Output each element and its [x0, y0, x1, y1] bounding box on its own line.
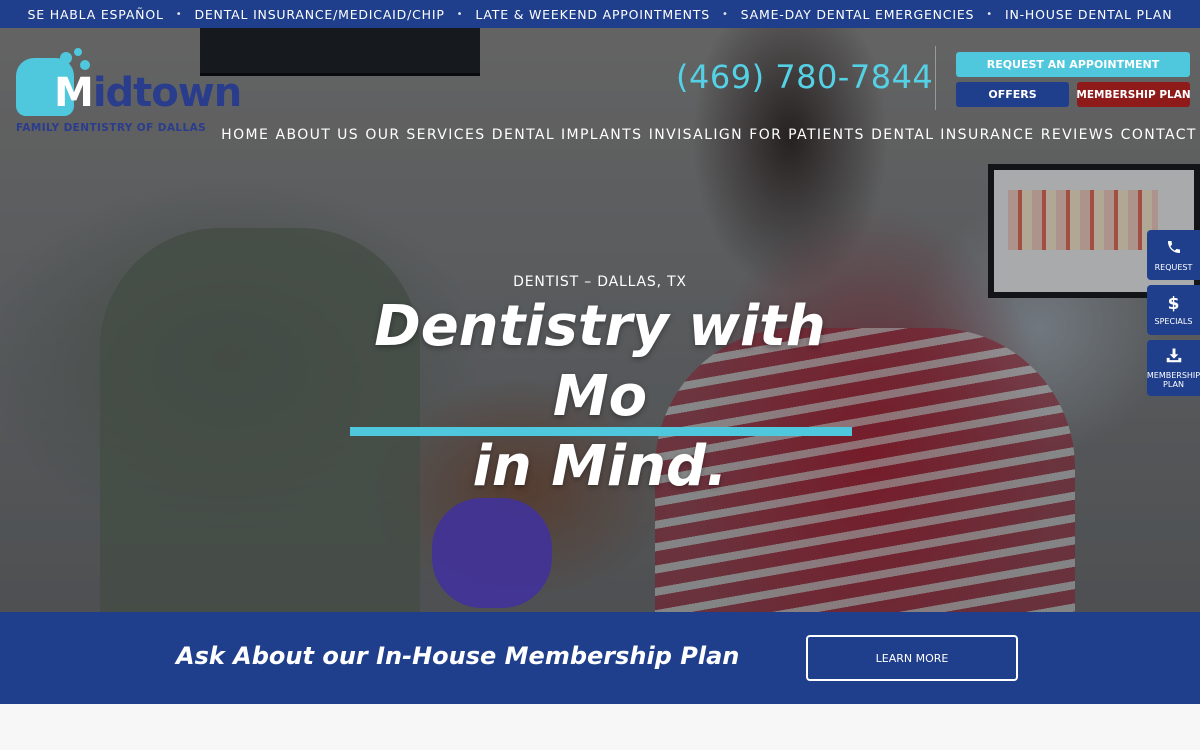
nav-item-about-us[interactable]: ABOUT US [276, 127, 360, 143]
hero-headline: Dentistry with Mo in Mind. [300, 292, 900, 502]
announcement-emergencies: SAME-DAY DENTAL EMERGENCIES [740, 6, 975, 22]
dollar-icon: $ [1167, 293, 1180, 314]
announcement-bar: SE HABLA ESPAÑOL • DENTAL INSURANCE/MEDI… [0, 0, 1200, 28]
hero-headline-line2: Mo [552, 364, 648, 429]
membership-plan-button[interactable]: MEMBERSHIP PLAN [1076, 82, 1191, 107]
side-tab-specials[interactable]: $ SPECIALS [1147, 285, 1200, 335]
separator-dot: • [456, 8, 464, 20]
separator-dot: • [175, 8, 183, 20]
membership-cta-band: Ask About our In-House Membership Plan L… [0, 612, 1200, 704]
hero-accent-bar [350, 427, 852, 436]
offers-button[interactable]: OFFERS [956, 82, 1069, 107]
membership-cta-title: Ask About our In-House Membership Plan [176, 642, 740, 670]
side-tab-request-label: REQUEST [1154, 262, 1193, 272]
nav-item-for-patients[interactable]: FOR PATIENTS [749, 127, 865, 143]
side-tab-membership[interactable]: MEMBERSHIP PLAN [1147, 340, 1200, 396]
nav-item-reviews[interactable]: REVIEWS [1041, 127, 1115, 143]
hero-headline-line1: Dentistry with [374, 294, 826, 359]
logo-wordmark: Midtown [54, 70, 242, 116]
separator-dot: • [986, 8, 993, 20]
download-icon [1165, 347, 1183, 367]
announcement-late-weekend: LATE & WEEKEND APPOINTMENTS [475, 6, 710, 22]
side-tab-membership-label: MEMBERSHIP PLAN [1146, 371, 1200, 389]
separator-dot: • [721, 8, 729, 20]
next-section [0, 704, 1200, 750]
side-tab-request[interactable]: REQUEST [1147, 230, 1200, 280]
nav-item-home[interactable]: HOME [221, 127, 269, 143]
header-divider [935, 46, 936, 110]
phone-number-link[interactable]: (469) 780-7844 [676, 58, 933, 96]
phone-icon [1166, 239, 1182, 259]
hero-headline-line3: in Mind. [472, 434, 728, 499]
announcement-spanish: SE HABLA ESPAÑOL [27, 6, 164, 22]
announcement-insurance: DENTAL INSURANCE/MEDICAID/CHIP [194, 6, 445, 22]
main-nav: HOME ABOUT US OUR SERVICES DENTAL IMPLAN… [218, 124, 1200, 146]
side-tab-specials-label: SPECIALS [1154, 316, 1193, 326]
nav-item-contact[interactable]: CONTACT [1121, 127, 1197, 143]
nav-item-dental-implants[interactable]: DENTAL IMPLANTS [492, 127, 643, 143]
announcement-dental-plan: IN-HOUSE DENTAL PLAN [1004, 6, 1173, 22]
request-appointment-button[interactable]: REQUEST AN APPOINTMENT [956, 52, 1190, 77]
learn-more-button[interactable]: LEARN MORE [806, 635, 1018, 681]
site-logo[interactable]: Midtown FAMILY DENTISTRY OF DALLAS [16, 48, 242, 142]
nav-item-our-services[interactable]: OUR SERVICES [365, 127, 485, 143]
logo-subtitle: FAMILY DENTISTRY OF DALLAS [16, 122, 207, 134]
nav-item-dental-insurance[interactable]: DENTAL INSURANCE [871, 127, 1034, 143]
hero-kicker: DENTIST – DALLAS, TX [513, 274, 687, 290]
nav-item-invisalign[interactable]: INVISALIGN [649, 127, 743, 143]
